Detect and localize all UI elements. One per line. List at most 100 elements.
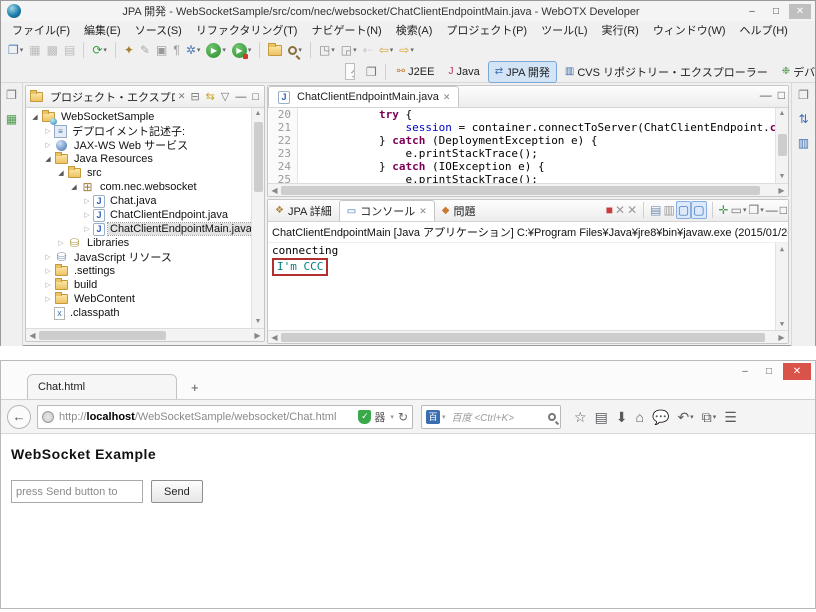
shield-icon[interactable]: ✓ bbox=[358, 410, 371, 424]
close-icon[interactable]: ✕ bbox=[783, 363, 811, 380]
menu-item[interactable]: ナビゲート(N) bbox=[304, 21, 388, 39]
tree-expand-icon[interactable]: ◢ bbox=[56, 169, 66, 177]
tree-item[interactable]: ▷⛁Libraries bbox=[26, 236, 264, 250]
menu-item[interactable]: 編集(E) bbox=[77, 21, 128, 39]
show-whitespace-icon[interactable]: ¶ bbox=[171, 41, 181, 59]
tree-expand-icon[interactable]: ▷ bbox=[43, 141, 53, 149]
tree-expand-icon[interactable]: ▷ bbox=[43, 295, 53, 303]
close-view-icon[interactable]: ✕ bbox=[178, 91, 186, 102]
extension-icon[interactable]: 器 bbox=[374, 409, 385, 425]
console-panel-tab[interactable]: ◆問題 bbox=[435, 200, 483, 221]
tree-item[interactable]: ▷JChatClientEndpointMain.java bbox=[26, 222, 264, 236]
jpa-structure-view-icon[interactable]: ⇅ bbox=[798, 110, 808, 128]
tree-item[interactable]: ▷JChat.java bbox=[26, 194, 264, 208]
menu-item[interactable]: リファクタリング(T) bbox=[189, 21, 305, 39]
forward-icon[interactable]: ⇨▾ bbox=[397, 41, 416, 59]
maximize-view-icon[interactable]: □ bbox=[250, 88, 261, 106]
tree-expand-icon[interactable]: ▷ bbox=[43, 267, 53, 275]
editor-vscrollbar[interactable]: ▲ ▼ bbox=[775, 108, 788, 183]
menu-item[interactable]: 実行(R) bbox=[595, 21, 646, 39]
next-annotation-icon-dropdown[interactable]: ▾ bbox=[331, 46, 335, 54]
sync-icon-dropdown[interactable]: ▾ bbox=[690, 413, 694, 421]
tree-expand-icon[interactable]: ▷ bbox=[43, 127, 53, 135]
tree-expand-icon[interactable]: ▷ bbox=[43, 253, 53, 261]
search-magnifier-icon[interactable] bbox=[548, 413, 556, 421]
tree-item[interactable]: ▷⛁JavaScript リソース bbox=[26, 250, 264, 264]
tree-item[interactable]: ◢src bbox=[26, 166, 264, 180]
console-vscrollbar[interactable]: ▲ ▼ bbox=[775, 243, 788, 330]
next-annotation-icon[interactable]: ◳▾ bbox=[317, 41, 337, 59]
tree-expand-icon[interactable]: ▷ bbox=[82, 211, 92, 219]
restore-pane-icon[interactable]: ❐ bbox=[798, 86, 809, 104]
minimize-icon[interactable]: – bbox=[741, 4, 763, 19]
open-perspective-icon[interactable]: ❐ bbox=[364, 63, 379, 81]
bookmark-dropdown-icon[interactable]: ▾ bbox=[390, 413, 394, 421]
code-editor[interactable]: ▲ ▼ 20 try {21 session = container.conne… bbox=[268, 108, 788, 183]
run-external-icon[interactable]: ▶▾ bbox=[230, 41, 254, 59]
perspective-java-perspective[interactable]: JJava bbox=[442, 64, 485, 80]
scroll-lock-icon[interactable]: ▥ bbox=[663, 201, 676, 219]
menu-icon[interactable]: ☰ bbox=[722, 408, 739, 426]
close-tab-icon[interactable]: ✕ bbox=[419, 206, 427, 217]
display-selected-console-icon[interactable]: ▭▾ bbox=[730, 201, 748, 219]
home-icon[interactable]: ⌂ bbox=[634, 408, 646, 426]
maximize-view-icon[interactable]: □ bbox=[776, 86, 787, 104]
new-wizard-icon-dropdown[interactable]: ▾ bbox=[20, 46, 24, 54]
tree-expand-icon[interactable]: ▷ bbox=[56, 239, 66, 247]
skip-breakpoints-icon[interactable]: ✲▾ bbox=[184, 41, 203, 59]
minimized-view-icon[interactable]: ▦ bbox=[6, 110, 17, 128]
save-all-icon[interactable]: ▩ bbox=[45, 41, 60, 59]
new-wizard-icon[interactable]: ❐▾ bbox=[6, 41, 25, 59]
minimize-view-icon[interactable]: — bbox=[765, 201, 779, 219]
back-icon[interactable]: ← bbox=[7, 405, 31, 429]
quick-access-input[interactable]: クイック・アクセス bbox=[345, 63, 355, 80]
maximize-icon[interactable]: □ bbox=[759, 364, 779, 379]
open-console-icon-dropdown[interactable]: ▾ bbox=[760, 206, 764, 214]
tree-expand-icon[interactable]: ▷ bbox=[82, 225, 92, 233]
screenshot-icon[interactable]: ⧉▾ bbox=[700, 408, 719, 426]
display-selected-console-icon-dropdown[interactable]: ▾ bbox=[743, 206, 747, 214]
link-with-editor-icon[interactable]: ⇆ bbox=[204, 88, 217, 106]
tree-expand-icon[interactable]: ▷ bbox=[82, 197, 92, 205]
search-icon[interactable]: ▾ bbox=[286, 41, 304, 59]
console-hscrollbar[interactable]: ◀ ▶ bbox=[268, 330, 788, 343]
tree-item[interactable]: ▷build bbox=[26, 278, 264, 292]
tree-item[interactable]: ▷JChatClientEndpoint.java bbox=[26, 208, 264, 222]
restore-pane-icon[interactable]: ❐ bbox=[6, 86, 17, 104]
back-icon-dropdown[interactable]: ▾ bbox=[390, 46, 394, 54]
menu-item[interactable]: ウィンドウ(W) bbox=[646, 21, 733, 39]
open-console-icon[interactable]: ❒▾ bbox=[747, 201, 764, 219]
explorer-hscrollbar[interactable]: ◀ ▶ bbox=[26, 328, 264, 341]
terminate-icon[interactable]: ■ bbox=[605, 201, 614, 219]
collapse-all-icon[interactable]: ⊟ bbox=[188, 88, 201, 106]
maximize-view-icon[interactable]: □ bbox=[779, 201, 788, 219]
close-tab-icon[interactable]: ✕ bbox=[443, 92, 451, 103]
maximize-icon[interactable]: □ bbox=[765, 4, 787, 19]
menu-item[interactable]: ファイル(F) bbox=[5, 21, 77, 39]
minimize-view-icon[interactable]: — bbox=[758, 86, 774, 104]
run-icon[interactable]: ▶▾ bbox=[204, 41, 228, 59]
tree-item[interactable]: ◢Java Resources bbox=[26, 152, 264, 166]
screenshot-icon-dropdown[interactable]: ▾ bbox=[713, 413, 717, 421]
tree-item[interactable]: ◢⊞com.nec.websocket bbox=[26, 180, 264, 194]
tree-item[interactable]: x.classpath bbox=[26, 306, 264, 320]
search-icon-dropdown[interactable]: ▾ bbox=[298, 46, 302, 54]
update-icon-dropdown[interactable]: ▾ bbox=[103, 46, 107, 54]
remove-launch-icon[interactable]: ✕ bbox=[614, 201, 626, 219]
send-button[interactable]: Send bbox=[151, 480, 203, 503]
perspective-jpa-perspective[interactable]: ⇄JPA 開発 bbox=[488, 61, 557, 83]
close-icon[interactable]: ✕ bbox=[789, 4, 811, 19]
menu-item[interactable]: ツール(L) bbox=[534, 21, 594, 39]
pin-console-icon[interactable]: ✛ bbox=[718, 201, 730, 219]
search-engine-icon[interactable]: 百 bbox=[426, 410, 440, 424]
console-panel-tab[interactable]: ▭コンソール✕ bbox=[339, 200, 435, 221]
save-icon[interactable]: ▦ bbox=[27, 41, 42, 59]
menu-item[interactable]: プロジェクト(P) bbox=[439, 21, 534, 39]
update-icon[interactable]: ⟳▾ bbox=[90, 41, 109, 59]
previous-annotation-icon[interactable]: ◲▾ bbox=[339, 41, 359, 59]
url-bar[interactable]: http://localhost/WebSocketSample/websock… bbox=[37, 405, 413, 429]
last-edit-location-icon[interactable]: ⇠ bbox=[361, 41, 375, 59]
minimize-icon[interactable]: – bbox=[735, 364, 755, 379]
print-icon[interactable]: ▤ bbox=[62, 41, 77, 59]
show-on-stdout-icon[interactable]: ▢ bbox=[676, 201, 691, 219]
